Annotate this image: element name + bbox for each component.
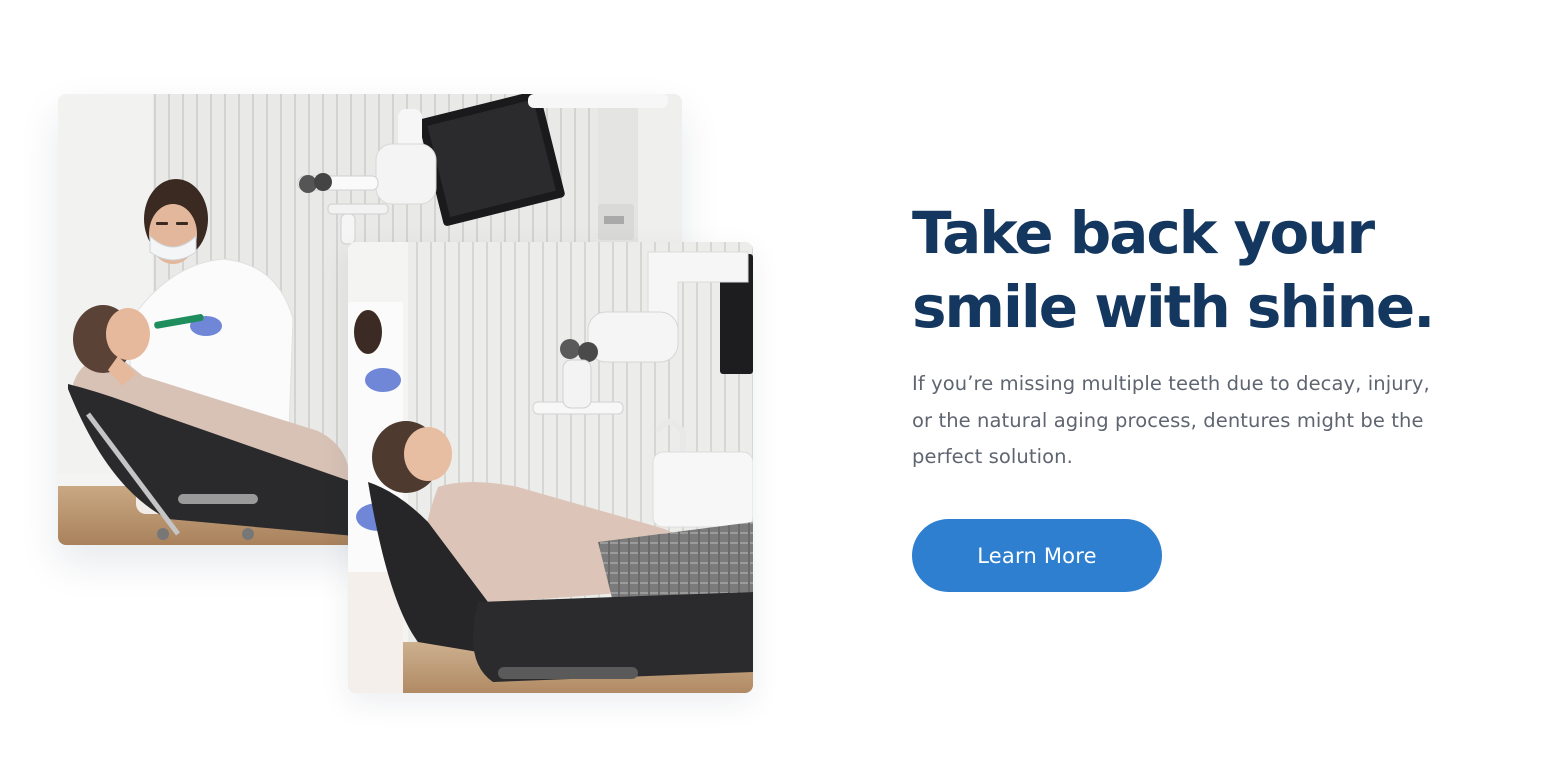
learn-more-button[interactable]: Learn More bbox=[912, 519, 1162, 592]
patient-in-dental-chair-photo bbox=[348, 242, 753, 693]
hero-description: If you’re missing multiple teeth due to … bbox=[912, 372, 1430, 468]
hero-headline: Take back your smile with shine. bbox=[912, 199, 1435, 341]
page: Take back your smile with shine. If you’… bbox=[0, 0, 1565, 782]
hero-content: Take back your smile with shine. If you’… bbox=[912, 196, 1512, 476]
clinic-scene-front bbox=[348, 242, 753, 693]
